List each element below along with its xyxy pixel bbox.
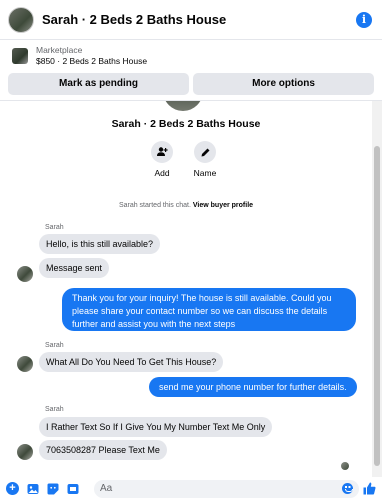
- sticker-icon[interactable]: [46, 482, 59, 495]
- gif-icon[interactable]: [66, 482, 79, 495]
- sender-avatar[interactable]: [17, 356, 33, 372]
- listing-photo: [163, 101, 203, 111]
- message-bubble[interactable]: I Rather Text So If I Give You My Number…: [39, 417, 273, 437]
- scrollbar-thumb[interactable]: [374, 146, 380, 466]
- message-bubble[interactable]: Message sent: [39, 258, 110, 278]
- plus-icon[interactable]: +: [6, 482, 19, 495]
- message-bubble[interactable]: What All Do You Need To Get This House?: [39, 352, 224, 372]
- message-input[interactable]: [100, 483, 342, 494]
- add-action[interactable]: Add: [142, 141, 182, 178]
- image-icon[interactable]: [26, 482, 39, 495]
- chat-started-notice: Sarah started this chat. View buyer prof…: [0, 202, 372, 209]
- seen-indicator-avatar: [341, 462, 349, 470]
- sender-name: Sarah: [45, 406, 64, 413]
- sender-avatar[interactable]: [17, 444, 33, 460]
- listing-avatar[interactable]: [8, 6, 34, 33]
- info-icon[interactable]: i: [356, 11, 372, 28]
- message-list: Sarah · 2 Beds 2 Baths House Add Name Sa…: [0, 101, 372, 477]
- view-buyer-profile-link[interactable]: View buyer profile: [193, 202, 253, 209]
- marketplace-label: Marketplace: [36, 45, 83, 55]
- sender-name: Sarah: [45, 342, 64, 349]
- message-bubble[interactable]: Thank you for your inquiry! The house is…: [62, 288, 356, 331]
- sender-name: Sarah: [45, 224, 64, 231]
- marketplace-bar: Marketplace $850 · 2 Beds 2 Baths House …: [0, 40, 382, 101]
- message-bubble[interactable]: send me your phone number for further de…: [149, 377, 357, 397]
- message-input-wrapper[interactable]: [94, 479, 359, 498]
- name-action[interactable]: Name: [185, 141, 225, 178]
- mark-pending-button[interactable]: Mark as pending: [8, 73, 189, 95]
- message-bubble[interactable]: Hello, is this still available?: [39, 234, 161, 254]
- name-label: Name: [193, 168, 217, 178]
- like-icon[interactable]: [363, 482, 376, 495]
- more-options-button[interactable]: More options: [193, 73, 374, 95]
- add-person-icon[interactable]: [151, 141, 173, 163]
- chat-header: Sarah · 2 Beds 2 Baths House i: [0, 0, 382, 40]
- message-bubble[interactable]: 7063508287 Please Text Me: [39, 440, 167, 460]
- sender-avatar[interactable]: [17, 266, 33, 282]
- listing-summary[interactable]: $850 · 2 Beds 2 Baths House: [36, 56, 147, 67]
- header-title[interactable]: Sarah · 2 Beds 2 Baths House: [42, 12, 356, 27]
- composer: +: [0, 477, 382, 500]
- started-text: Sarah started this chat.: [118, 202, 191, 209]
- emoji-icon[interactable]: [342, 483, 353, 494]
- pencil-icon[interactable]: [194, 141, 216, 163]
- chat-title: Sarah · 2 Beds 2 Baths House: [111, 118, 261, 130]
- scrollbar[interactable]: [372, 101, 382, 477]
- add-label: Add: [154, 168, 170, 178]
- listing-thumbnail[interactable]: [12, 48, 28, 64]
